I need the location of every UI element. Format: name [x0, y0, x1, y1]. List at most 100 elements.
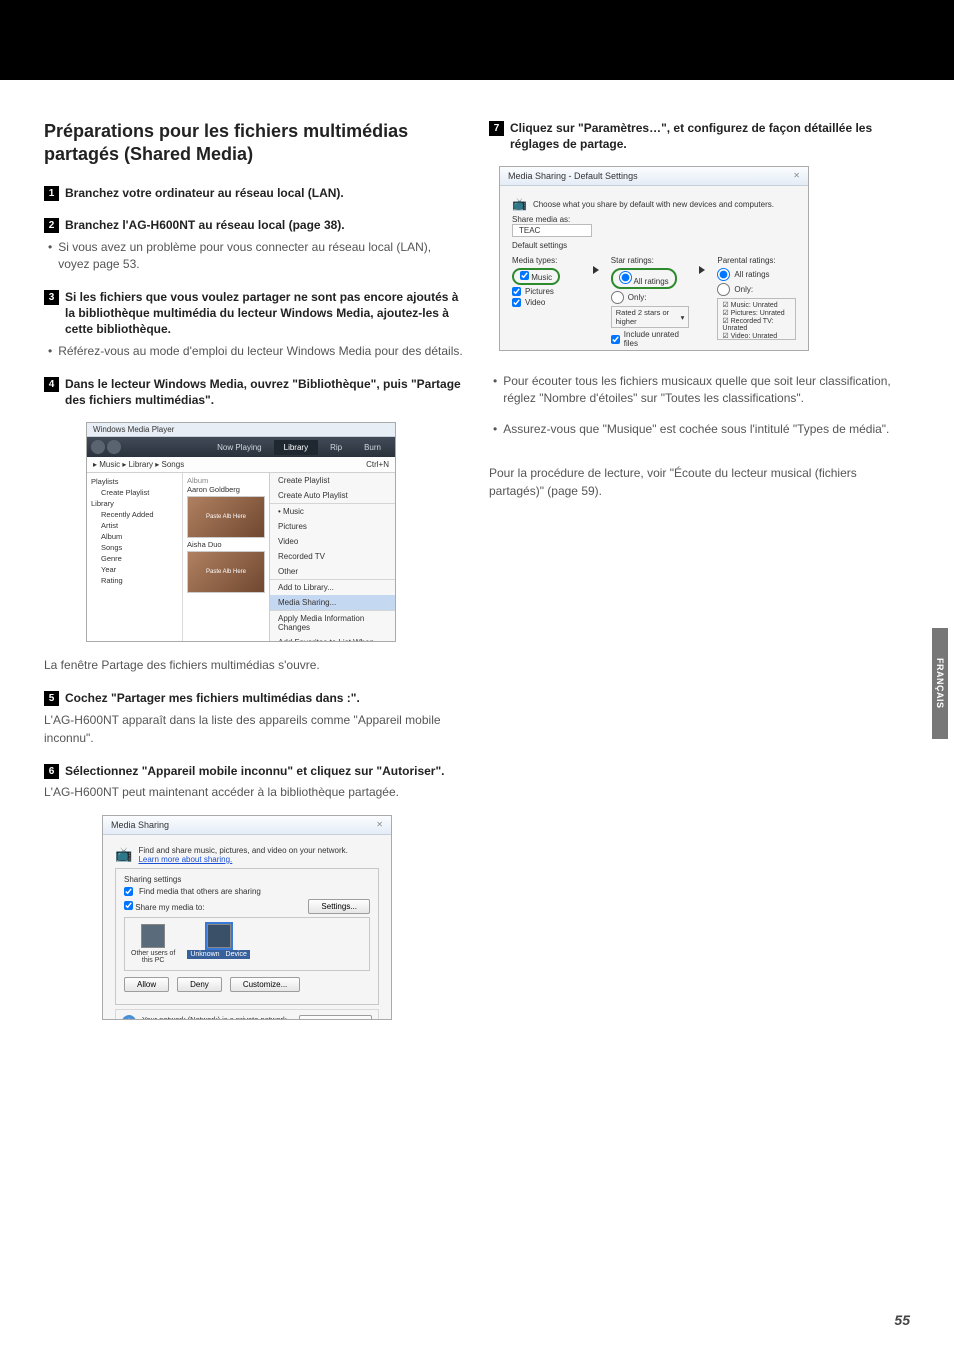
sharing-title-bar: Media Sharing✕ — [103, 816, 391, 835]
tree-recently-added[interactable]: Recently Added — [91, 509, 178, 520]
menu-add-to-library[interactable]: Add to Library... — [270, 580, 395, 595]
step-2: 2 Branchez l'AG-H600NT au réseau local (… — [44, 217, 465, 273]
tree-songs[interactable]: Songs — [91, 542, 178, 553]
close-icon[interactable]: ✕ — [793, 171, 800, 181]
tree-create-playlist[interactable]: Create Playlist — [91, 487, 178, 498]
screenshot-media-sharing: Media Sharing✕ 📺 Find and share music, p… — [102, 815, 392, 1020]
tree-artist[interactable]: Artist — [91, 520, 178, 531]
parental-ratings-label: Parental ratings: — [717, 256, 796, 265]
computer-icon — [141, 924, 165, 948]
tab-now-playing[interactable]: Now Playing — [207, 440, 271, 455]
right-column: 7 Cliquez sur "Paramètres…", et configur… — [489, 120, 910, 1020]
close-icon[interactable]: ✕ — [376, 820, 383, 830]
tab-burn[interactable]: Burn — [354, 440, 391, 455]
tree-playlists[interactable]: Playlists — [91, 476, 178, 487]
sharing-settings-header: Sharing settings — [124, 875, 370, 884]
music-checkbox-circled: Music — [512, 268, 560, 285]
album-art-2[interactable]: Paste Alb Here — [187, 551, 265, 593]
step-title-5: Cochez "Partager mes fichiers multimédia… — [65, 690, 360, 706]
video-checkbox[interactable] — [512, 298, 521, 307]
step-number-4: 4 — [44, 377, 59, 392]
step-number-2: 2 — [44, 218, 59, 233]
deny-button[interactable]: Deny — [177, 977, 222, 992]
device-icon — [207, 924, 231, 948]
step-7-bullet-1: Pour écouter tous les fichiers musicaux … — [505, 373, 910, 407]
sharing-settings-frame: Sharing settings Find media that others … — [115, 868, 379, 1005]
learn-more-link[interactable]: Learn more about sharing. — [138, 855, 232, 864]
menu-video[interactable]: Video — [270, 534, 395, 549]
p-only-radio[interactable] — [717, 283, 730, 296]
step-title-4: Dans le lecteur Windows Media, ouvrez "B… — [65, 376, 465, 408]
left-column: Préparations pour les fichiers multimédi… — [44, 120, 465, 1020]
page-content: Préparations pour les fichiers multimédi… — [0, 80, 954, 1350]
step-1: 1 Branchez votre ordinateur au réseau lo… — [44, 185, 465, 201]
network-info: i Your network (Network) is a private ne… — [115, 1009, 379, 1020]
tab-library[interactable]: Library — [274, 440, 318, 455]
parental-listbox[interactable]: ☑ Music: Unrated ☑ Pictures: Unrated ☑ R… — [717, 298, 796, 340]
section-title: Préparations pour les fichiers multimédi… — [44, 120, 465, 167]
networking-button[interactable]: Networking... — [299, 1015, 372, 1020]
all-ratings-radio[interactable] — [619, 271, 632, 284]
page-number: 55 — [894, 1312, 910, 1328]
step-3-bullet: Référez-vous au mode d'emploi du lecteur… — [60, 343, 465, 360]
settings-button[interactable]: Settings... — [308, 899, 370, 914]
menu-create-auto-playlist[interactable]: Create Auto Playlist — [270, 488, 395, 504]
tab-rip[interactable]: Rip — [320, 440, 352, 455]
wmp-album-list: Album Aaron Goldberg Paste Alb Here Aish… — [183, 473, 269, 642]
step-title-1: Branchez votre ordinateur au réseau loca… — [65, 185, 344, 201]
language-tab: FRANÇAIS — [932, 628, 948, 739]
share-as-input[interactable]: TEAC — [512, 224, 592, 237]
menu-create-playlist[interactable]: Create Playlist — [270, 473, 395, 488]
step-5: 5 Cochez "Partager mes fichiers multiméd… — [44, 690, 465, 746]
tree-library[interactable]: Library — [91, 498, 178, 509]
device-list: Other users ofthis PC UnknownDevice — [124, 917, 370, 971]
step-number-7: 7 — [489, 121, 504, 136]
wmp-toolbar: Now Playing Library Rip Burn — [87, 437, 395, 457]
menu-recorded-tv[interactable]: Recorded TV — [270, 549, 395, 564]
step-number-1: 1 — [44, 186, 59, 201]
step-title-2: Branchez l'AG-H600NT au réseau local (pa… — [65, 217, 345, 233]
pictures-checkbox[interactable] — [512, 287, 521, 296]
wmp-breadcrumb: ▸ Music ▸ Library ▸ SongsCtrl+N — [87, 457, 395, 473]
tree-album[interactable]: Album — [91, 531, 178, 542]
menu-media-sharing[interactable]: Media Sharing... — [270, 595, 395, 611]
arrow-icon — [589, 256, 605, 284]
arrow-icon — [695, 256, 711, 284]
music-checkbox[interactable] — [520, 271, 529, 280]
media-types-label: Media types: — [512, 256, 583, 265]
menu-add-favorites[interactable]: Add Favorites to List When Dragging — [270, 635, 395, 642]
p-all-ratings-radio[interactable] — [717, 268, 730, 281]
album-name-2: Aisha Duo — [187, 540, 265, 549]
wmp-library-menu: Create Playlist Create Auto Playlist • M… — [269, 473, 395, 642]
menu-other[interactable]: Other — [270, 564, 395, 580]
default-settings-label: Default settings — [512, 241, 796, 250]
back-icon[interactable] — [91, 440, 105, 454]
allow-button[interactable]: Allow — [124, 977, 169, 992]
album-art-1[interactable]: Paste Alb Here — [187, 496, 265, 538]
device-unknown[interactable]: UnknownDevice — [187, 924, 250, 959]
final-note: Pour la procédure de lecture, voir "Écou… — [489, 464, 910, 500]
all-ratings-circled: All ratings — [611, 268, 677, 289]
menu-pictures[interactable]: Pictures — [270, 519, 395, 534]
step-number-3: 3 — [44, 290, 59, 305]
tree-rating[interactable]: Rating — [91, 575, 178, 586]
album-column-header: Album — [187, 476, 265, 485]
menu-music[interactable]: • Music — [270, 504, 395, 519]
step-title-6: Sélectionnez "Appareil mobile inconnu" e… — [65, 763, 445, 779]
find-media-checkbox[interactable] — [124, 887, 133, 896]
step-3: 3 Si les fichiers que vous voulez partag… — [44, 289, 465, 360]
chevron-down-icon: ▾ — [681, 313, 685, 322]
share-as-label: Share media as: — [512, 215, 796, 224]
only-radio[interactable] — [611, 291, 624, 304]
include-unrated-checkbox[interactable] — [611, 335, 620, 344]
menu-apply-changes[interactable]: Apply Media Information Changes — [270, 611, 395, 635]
step-6: 6 Sélectionnez "Appareil mobile inconnu"… — [44, 763, 465, 801]
customize-button[interactable]: Customize... — [230, 977, 300, 992]
step-4: 4 Dans le lecteur Windows Media, ouvrez … — [44, 376, 465, 408]
device-other-users[interactable]: Other users ofthis PC — [131, 924, 175, 964]
rated-select[interactable]: Rated 2 stars or higher▾ — [611, 306, 690, 328]
share-media-checkbox[interactable] — [124, 901, 133, 910]
tree-year[interactable]: Year — [91, 564, 178, 575]
tree-genre[interactable]: Genre — [91, 553, 178, 564]
forward-icon[interactable] — [107, 440, 121, 454]
